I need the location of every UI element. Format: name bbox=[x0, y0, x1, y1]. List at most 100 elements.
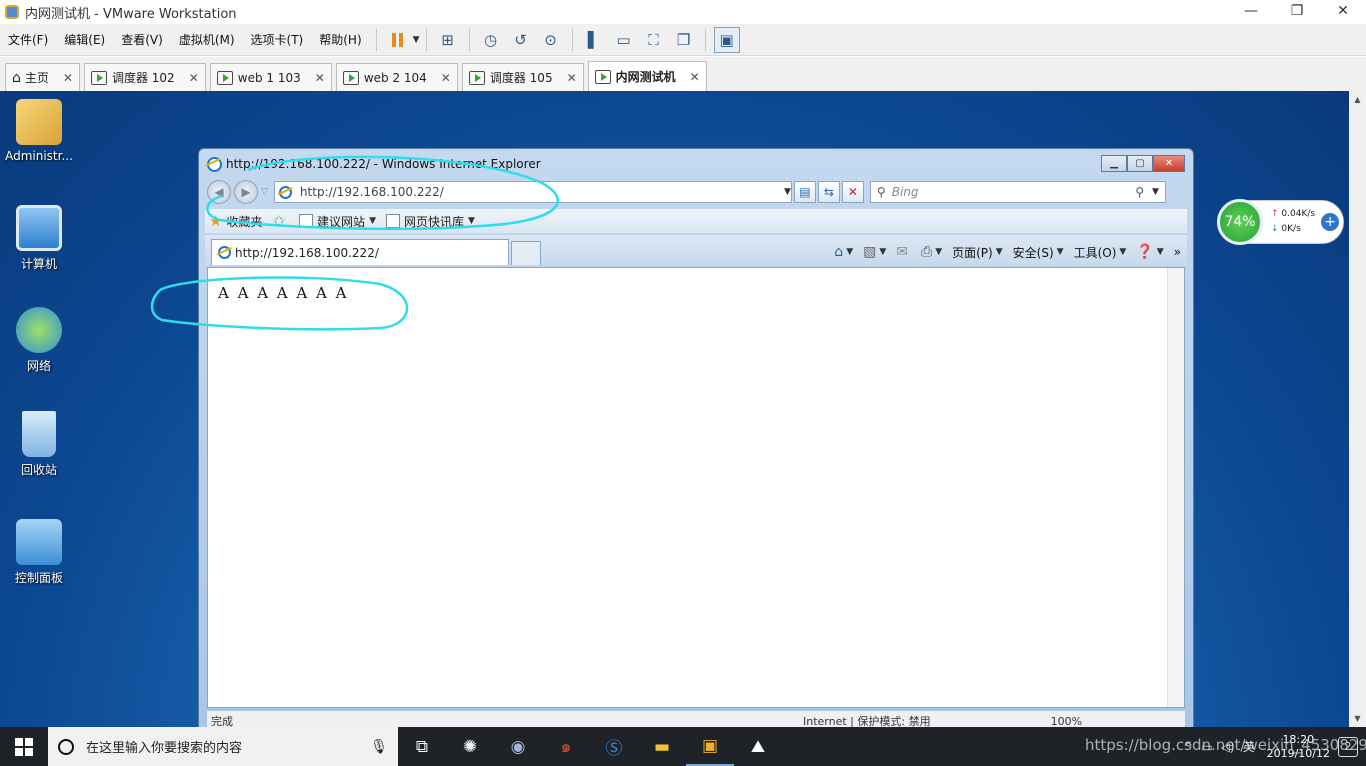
menu-help[interactable]: 帮助(H) bbox=[311, 31, 369, 48]
notification-center-button[interactable]: 2 bbox=[1338, 736, 1358, 757]
desktop-icon-network[interactable]: 网络 bbox=[1, 307, 77, 374]
compatibility-view-button[interactable]: ▤ bbox=[793, 181, 816, 203]
pause-button[interactable] bbox=[385, 27, 411, 53]
page-ie-icon bbox=[218, 246, 231, 259]
page-content[interactable]: A A A A A A A bbox=[207, 267, 1185, 708]
address-dropdown-icon[interactable]: ▼ bbox=[784, 187, 791, 197]
full-screen-button[interactable]: ⛶ bbox=[641, 27, 667, 53]
more-commands-button[interactable]: » bbox=[1174, 245, 1181, 259]
tab-close-icon[interactable]: ✕ bbox=[189, 71, 199, 85]
volume-icon[interactable]: ◁) bbox=[1221, 740, 1235, 754]
search-options-icon[interactable]: ▼ bbox=[1152, 187, 1159, 197]
search-input[interactable]: ⚲ Bing ⚲ ▼ bbox=[869, 181, 1166, 203]
desktop-icon-recycle-bin[interactable]: 回收站 bbox=[1, 411, 77, 478]
tab-scheduler-102[interactable]: 调度器 102 ✕ bbox=[83, 63, 206, 91]
suggested-sites-link[interactable]: 建议网站 ▼ bbox=[299, 213, 376, 230]
menu-view[interactable]: 查看(V) bbox=[113, 31, 171, 48]
unity-button[interactable]: ❐ bbox=[671, 27, 697, 53]
new-tab-button[interactable] bbox=[511, 241, 541, 265]
take-snapshot-button[interactable]: ◷ bbox=[478, 27, 504, 53]
add-favorite-icon: ✩ bbox=[272, 212, 286, 230]
ie-navigation-row: ◀ ▶ ▽ http://192.168.100.222/ ▼ ▤ ⇆ ✕ ⚲ … bbox=[207, 179, 1187, 205]
desktop-icon-administrator[interactable]: Administr... bbox=[1, 99, 77, 163]
scroll-down-icon[interactable]: ▼ bbox=[1349, 710, 1366, 727]
read-mail-button[interactable]: ✉ bbox=[896, 244, 911, 260]
network-speed-widget[interactable]: 74% ↑ 0.04K/s ↓ 0K/s + bbox=[1217, 199, 1344, 245]
add-to-favorites-button[interactable]: ✩ bbox=[272, 212, 289, 230]
ie-close-button[interactable]: ✕ bbox=[1153, 155, 1185, 172]
content-scrollbar[interactable] bbox=[1167, 268, 1184, 707]
taskbar-app-fan[interactable]: ✺ bbox=[446, 727, 494, 766]
console-view-button[interactable]: ▣ bbox=[713, 26, 740, 53]
menu-edit[interactable]: 编辑(E) bbox=[56, 31, 113, 48]
print-button[interactable]: ⎙ ▼ bbox=[921, 244, 942, 260]
network-icon bbox=[16, 307, 62, 353]
taskbar-search[interactable]: 在这里输入你要搜索的内容 🎙 bbox=[48, 727, 398, 766]
safety-menu[interactable]: 安全(S) ▼ bbox=[1013, 244, 1064, 261]
ie-tab-row: http://192.168.100.222/ ⌂ ▼ ▧ ▼ ✉ ⎙ ▼ 页面(P)… bbox=[205, 235, 1187, 265]
taskbar-app-vmware[interactable]: ▣ bbox=[686, 727, 734, 766]
taskbar-app-photos[interactable]: ⛰ bbox=[734, 727, 782, 766]
page-menu[interactable]: 页面(P) ▼ bbox=[952, 244, 1003, 261]
send-ctrl-alt-del-button[interactable]: ⊞ bbox=[435, 27, 461, 53]
restore-button[interactable]: ❐ bbox=[1274, 0, 1320, 24]
task-view-button[interactable]: ⧉ bbox=[398, 727, 446, 766]
home-button[interactable]: ⌂ ▼ bbox=[834, 244, 853, 260]
power-dropdown-icon[interactable]: ▼ bbox=[413, 35, 420, 45]
ime-indicator[interactable]: 英 bbox=[1243, 738, 1255, 755]
show-hidden-icons[interactable]: ^ bbox=[1183, 740, 1193, 754]
favorites-button[interactable]: ★ 收藏夹 bbox=[209, 212, 262, 230]
close-button[interactable]: ✕ bbox=[1320, 0, 1366, 24]
minimize-button[interactable]: — bbox=[1228, 0, 1274, 24]
tab-close-icon[interactable]: ✕ bbox=[63, 71, 73, 85]
address-bar[interactable]: http://192.168.100.222/ ▼ bbox=[273, 181, 792, 203]
menu-vm[interactable]: 虚拟机(M) bbox=[171, 31, 243, 48]
ie-minimize-button[interactable]: ▁ bbox=[1101, 155, 1127, 172]
console-scrollbar[interactable]: ▲ ▼ bbox=[1349, 91, 1366, 727]
ie-tab-current[interactable]: http://192.168.100.222/ bbox=[211, 239, 509, 265]
tab-web2-104[interactable]: web 2 104 ✕ bbox=[335, 63, 458, 91]
tab-web1-103[interactable]: web 1 103 ✕ bbox=[209, 63, 332, 91]
thumbnail-bar-button[interactable]: ▭ bbox=[611, 27, 637, 53]
taskbar-app-explorer[interactable]: ▬ bbox=[638, 727, 686, 766]
refresh-button[interactable]: ⇆ bbox=[817, 181, 840, 203]
snapshot-manager-button[interactable]: ⊙ bbox=[538, 27, 564, 53]
help-button[interactable]: ❓ ▼ bbox=[1136, 244, 1163, 260]
web-slice-gallery-link[interactable]: 网页快讯库 ▼ bbox=[385, 213, 475, 230]
desktop-icon-control-panel[interactable]: 控制面板 bbox=[1, 519, 77, 586]
back-button[interactable]: ◀ bbox=[207, 180, 231, 204]
show-library-button[interactable]: ▌ bbox=[581, 27, 607, 53]
search-icon[interactable]: ⚲ bbox=[1135, 185, 1144, 199]
tab-close-icon[interactable]: ✕ bbox=[567, 71, 577, 85]
start-button[interactable] bbox=[0, 727, 48, 766]
menu-file[interactable]: 文件(F) bbox=[0, 31, 56, 48]
tools-menu[interactable]: 工具(O) ▼ bbox=[1074, 244, 1127, 261]
tab-close-icon[interactable]: ✕ bbox=[315, 71, 325, 85]
clock-date: 2019/10/12 bbox=[1266, 746, 1330, 760]
taskbar-app-sogou[interactable]: Ⓢ bbox=[590, 727, 638, 766]
zoom-level[interactable]: 100% bbox=[1051, 715, 1082, 728]
guest-desktop[interactable]: Administr... 计算机 网络 回收站 控制面板 http://192.… bbox=[0, 91, 1349, 727]
add-icon[interactable]: + bbox=[1321, 213, 1340, 231]
clock[interactable]: 18:20 2019/10/12 bbox=[1267, 733, 1330, 761]
tab-intranet-test[interactable]: 内网测试机 ✕ bbox=[587, 61, 707, 91]
scroll-up-icon[interactable]: ▲ bbox=[1349, 91, 1366, 108]
microphone-icon[interactable]: 🎙 bbox=[370, 739, 388, 755]
taskbar-app-snail[interactable]: ๑ bbox=[542, 727, 590, 766]
desktop-icon-computer[interactable]: 计算机 bbox=[1, 205, 77, 272]
tab-close-icon[interactable]: ✕ bbox=[690, 70, 700, 84]
ie-window[interactable]: http://192.168.100.222/ - Windows Intern… bbox=[198, 148, 1194, 727]
forward-button[interactable]: ▶ bbox=[234, 180, 258, 204]
revert-snapshot-button[interactable]: ↺ bbox=[508, 27, 534, 53]
ie-maximize-button[interactable]: ▢ bbox=[1127, 155, 1153, 172]
recent-pages-dropdown-icon[interactable]: ▽ bbox=[261, 187, 268, 197]
tab-close-icon[interactable]: ✕ bbox=[441, 71, 451, 85]
tab-scheduler-105[interactable]: 调度器 105 ✕ bbox=[461, 63, 584, 91]
menu-tabs[interactable]: 选项卡(T) bbox=[243, 31, 312, 48]
page-icon bbox=[299, 214, 314, 228]
network-tray-icon[interactable]: ▭ bbox=[1201, 740, 1212, 754]
tab-home[interactable]: ⌂ 主页 ✕ bbox=[5, 63, 80, 91]
stop-button[interactable]: ✕ bbox=[841, 181, 864, 203]
taskbar-app-globe[interactable]: ◉ bbox=[494, 727, 542, 766]
feeds-button[interactable]: ▧ ▼ bbox=[863, 244, 886, 260]
